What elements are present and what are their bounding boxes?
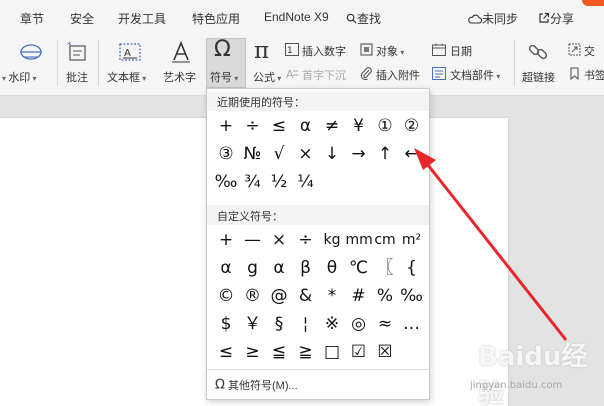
- baidu-watermark: Baidu经验: [478, 342, 588, 406]
- baidu-watermark-url: jingyan.baidu.com: [470, 380, 563, 391]
